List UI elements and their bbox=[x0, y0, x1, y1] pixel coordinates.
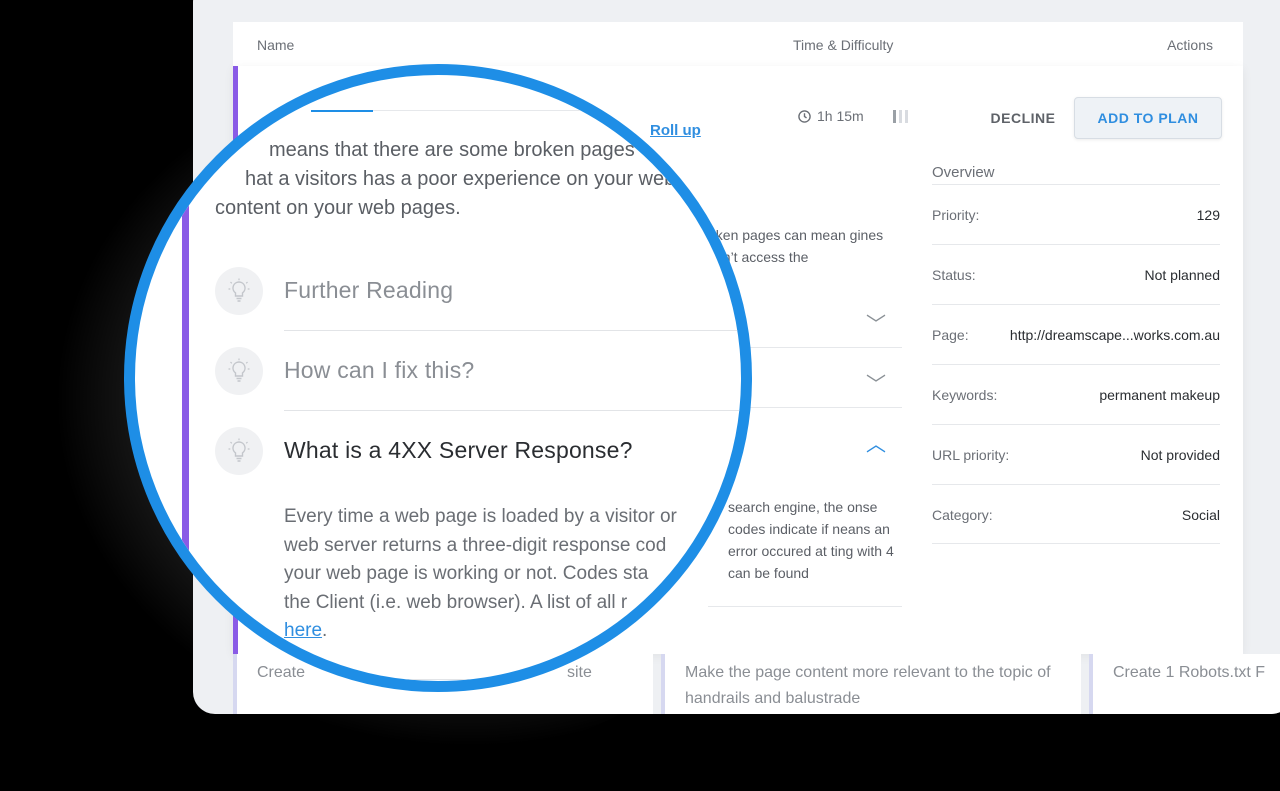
overview-key: Status: bbox=[932, 267, 976, 283]
task-description: means that there are some broken pages h… bbox=[215, 136, 735, 223]
magnifier-lens: means that there are some broken pages h… bbox=[124, 64, 752, 692]
answer-line: the Client (i.e. web browser). A list of… bbox=[284, 591, 628, 613]
tab-indicator bbox=[311, 110, 373, 112]
accordion-label[interactable]: How can I fix this? bbox=[284, 357, 474, 384]
difficulty-bar bbox=[893, 110, 896, 123]
answer-line: Every time a web page is loaded by a vis… bbox=[284, 506, 677, 527]
column-header-name[interactable]: Name bbox=[257, 37, 294, 53]
overview-row: Status: Not planned bbox=[932, 244, 1220, 304]
divider bbox=[373, 110, 673, 111]
overview-row: Keywords: permanent makeup bbox=[932, 364, 1220, 424]
overview-value[interactable]: http://dreamscape...works.com.au bbox=[1010, 327, 1220, 343]
lightbulb-icon bbox=[215, 267, 263, 315]
overview-key: URL priority: bbox=[932, 447, 1010, 463]
overview-row: Page: http://dreamscape...works.com.au bbox=[932, 304, 1220, 364]
clock-icon bbox=[798, 109, 811, 123]
description-line: means that there are some broken pages bbox=[269, 139, 635, 161]
divider bbox=[284, 679, 741, 680]
task-card-collapsed[interactable]: Create 1 Robots.txt F bbox=[1089, 654, 1280, 714]
difficulty-bars bbox=[893, 110, 908, 123]
difficulty-bar bbox=[905, 110, 908, 123]
chevron-down-icon[interactable]: ﹀ bbox=[866, 368, 886, 397]
answer-end: . bbox=[322, 620, 328, 641]
card-accent-bar bbox=[182, 75, 189, 681]
overview-row: URL priority: Not provided bbox=[932, 424, 1220, 484]
difficulty-bar bbox=[899, 110, 902, 123]
chevron-up-icon[interactable]: ︿ bbox=[866, 428, 886, 457]
add-to-plan-button[interactable]: ADD TO PLAN bbox=[1074, 97, 1222, 139]
here-link[interactable]: here bbox=[284, 620, 322, 641]
accordion-4xx-response[interactable]: What is a 4XX Server Response? bbox=[215, 411, 741, 491]
lightbulb-icon bbox=[215, 427, 263, 475]
chevron-down-icon[interactable]: ﹀ bbox=[866, 308, 886, 337]
description-line: content on your web pages. bbox=[215, 197, 461, 219]
overview-value: Social bbox=[1181, 507, 1220, 523]
overview-value: 129 bbox=[1196, 207, 1220, 223]
chat-bubble-icon bbox=[274, 102, 286, 115]
time-value: 1h 15m bbox=[817, 108, 864, 124]
decline-button[interactable]: DECLINE bbox=[983, 96, 1063, 140]
column-header-time[interactable]: Time & Difficulty bbox=[793, 37, 893, 53]
overview-value: permanent makeup bbox=[1099, 387, 1220, 403]
overview-key: Category: bbox=[932, 507, 993, 523]
accordion-label[interactable]: Further Reading bbox=[284, 277, 453, 304]
answer-line: your web page is working or not. Codes s… bbox=[284, 563, 649, 584]
lightbulb-icon bbox=[215, 347, 263, 395]
overview-key: Page: bbox=[932, 327, 969, 343]
table-header: Name Time & Difficulty Actions bbox=[233, 22, 1243, 68]
accordion-further-reading[interactable]: Further Reading bbox=[215, 251, 741, 331]
category-tag bbox=[273, 101, 287, 115]
overview-key: Keywords: bbox=[932, 387, 998, 403]
accordion-answer: Every time a web page is loaded by a vis… bbox=[284, 503, 741, 646]
time-estimate: 1h 15m bbox=[798, 108, 864, 124]
overview-row: Priority: 129 bbox=[932, 184, 1220, 244]
description-line: hat a visitors has a poor experience on … bbox=[245, 168, 676, 190]
task-title: Create 1 Robots.txt F bbox=[1113, 664, 1266, 681]
overview-value: Not provided bbox=[1140, 447, 1220, 463]
overview-title: Overview bbox=[932, 164, 995, 181]
accordion-how-to-fix[interactable]: How can I fix this? bbox=[215, 331, 741, 411]
overview-key: Priority: bbox=[932, 207, 980, 223]
accordion-label[interactable]: What is a 4XX Server Response? bbox=[284, 437, 633, 464]
answer-fragment: search engine, the onse codes indicate i… bbox=[728, 499, 894, 581]
answer-line: web server returns a three-digit respons… bbox=[284, 534, 667, 556]
overview-row: Category: Social bbox=[932, 484, 1220, 544]
overview-value: Not planned bbox=[1144, 267, 1220, 283]
column-header-actions: Actions bbox=[1167, 37, 1213, 53]
